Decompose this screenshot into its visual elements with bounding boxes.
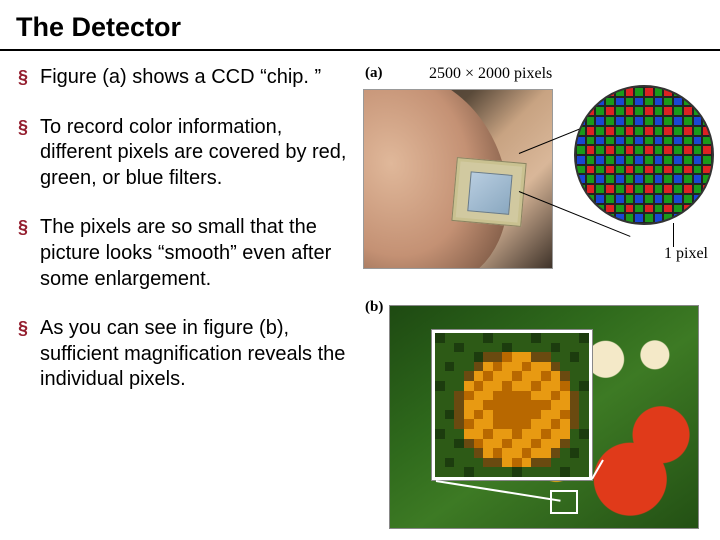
pixel-magnification-inset: [432, 330, 592, 480]
bullet-icon: §: [18, 215, 28, 240]
content-area: § Figure (a) shows a CCD “chip. ” § To r…: [0, 65, 720, 539]
flower-photo: [389, 305, 699, 529]
figure-column: (a) 2500 × 2000 pixels 1 pixel (b): [353, 65, 710, 539]
magnification-line-icon: [436, 480, 561, 502]
pixel-pointer-icon: [673, 223, 674, 247]
bullet-text: To record color information, different p…: [40, 115, 353, 192]
list-item: § Figure (a) shows a CCD “chip. ”: [18, 65, 353, 91]
list-item: § To record color information, different…: [18, 115, 353, 192]
bullet-icon: §: [18, 65, 28, 90]
figure-a-dimensions: 2500 × 2000 pixels: [429, 65, 552, 83]
list-item: § As you can see in figure (b), sufficie…: [18, 316, 353, 393]
bullet-icon: §: [18, 316, 28, 341]
ccd-chip-photo: [363, 89, 553, 269]
title-divider: [0, 49, 720, 51]
magnification-source-box-icon: [550, 490, 578, 514]
figure-b: (b): [359, 299, 710, 539]
figure-a: (a) 2500 × 2000 pixels 1 pixel: [359, 65, 710, 295]
bullet-text: As you can see in figure (b), sufficient…: [40, 316, 353, 393]
magnification-line-icon: [591, 459, 604, 479]
pixel-grid-magnified: [574, 85, 714, 225]
text-column: § Figure (a) shows a CCD “chip. ” § To r…: [18, 65, 353, 539]
figure-a-pixel-label: 1 pixel: [664, 245, 708, 263]
figure-b-label: (b): [365, 299, 383, 316]
page-title: The Detector: [0, 0, 720, 49]
figure-a-label: (a): [365, 65, 383, 82]
bullet-list: § Figure (a) shows a CCD “chip. ” § To r…: [18, 65, 353, 393]
bullet-text: Figure (a) shows a CCD “chip. ”: [40, 65, 321, 91]
ccd-chip-icon: [451, 157, 526, 227]
list-item: § The pixels are so small that the pictu…: [18, 215, 353, 292]
bullet-text: The pixels are so small that the picture…: [40, 215, 353, 292]
bullet-icon: §: [18, 115, 28, 140]
